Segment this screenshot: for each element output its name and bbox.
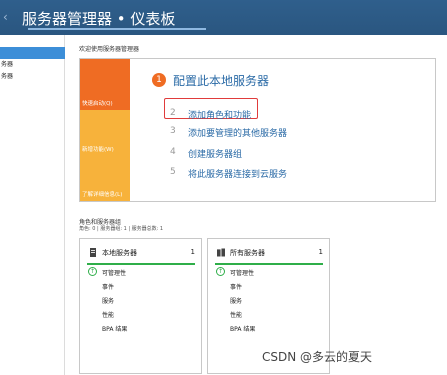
sidebar: 务器 务器: [0, 35, 65, 375]
title-bar: ‹ 服务器管理器 • 仪表板: [0, 0, 447, 35]
sidebar-item-dashboard[interactable]: [0, 47, 65, 59]
status-bar: [215, 263, 323, 265]
status-bar: [87, 263, 195, 265]
card-title: 所有服务器: [230, 249, 265, 257]
title-underline: [28, 28, 206, 30]
card-row-performance[interactable]: 性能: [230, 310, 242, 319]
card-row-manageability[interactable]: 可管理性: [230, 268, 254, 277]
step-number: 3: [170, 126, 176, 136]
step-number-badge: 1: [152, 73, 166, 87]
step-link[interactable]: 添加要管理的其他服务器: [188, 126, 287, 139]
step-link[interactable]: 添加角色和功能: [188, 108, 251, 121]
servers-icon: [217, 248, 225, 257]
up-arrow-status-icon: ↑: [216, 267, 225, 276]
step-number: 4: [170, 147, 176, 157]
sidebar-item-all-servers[interactable]: 务器: [0, 71, 65, 83]
tile-whats-new[interactable]: 新增功能(W): [80, 110, 130, 156]
card-row-manageability[interactable]: 可管理性: [102, 268, 126, 277]
sidebar-item-label: 务器: [1, 61, 14, 68]
tile-label: 了解详细信息(L): [82, 192, 123, 198]
step-link[interactable]: 将此服务器连接到云服务: [188, 167, 287, 180]
sidebar-item-label: 务器: [1, 73, 14, 80]
roles-section-summary: 角色: 0 | 服务器组: 1 | 服务器总数: 1: [79, 226, 164, 232]
card-row-services[interactable]: 服务: [102, 296, 114, 305]
tile-quick-start[interactable]: 快速启动(Q): [80, 59, 130, 110]
card-row-performance[interactable]: 性能: [102, 310, 114, 319]
step-link[interactable]: 创建服务器组: [188, 147, 242, 160]
server-icon: [90, 248, 96, 257]
step-number: 5: [170, 167, 176, 177]
card-count: 1: [190, 248, 195, 256]
card-header[interactable]: 本地服务器 1: [80, 239, 201, 264]
step-number: 2: [170, 108, 176, 118]
card-row-services[interactable]: 服务: [230, 296, 242, 305]
card-header[interactable]: 所有服务器 1: [208, 239, 329, 264]
tile-label: 快速启动(Q): [82, 101, 113, 107]
sidebar-item-local-server[interactable]: 务器: [0, 59, 65, 71]
card-count: 1: [318, 248, 323, 256]
card-row-events[interactable]: 事件: [102, 282, 114, 291]
card-row-bpa[interactable]: BPA 结果: [230, 324, 255, 333]
step-label: 配置此本地服务器: [173, 74, 270, 88]
up-arrow-status-icon: ↑: [88, 267, 97, 276]
tile-learn-more[interactable]: 了解详细信息(L): [80, 156, 130, 201]
welcome-heading: 欢迎使用服务器管理器: [79, 46, 140, 53]
card-local-server[interactable]: 本地服务器 1 ↑ 可管理性 事件 服务 性能 BPA 结果: [79, 238, 202, 374]
page-title: 服务器管理器 • 仪表板: [22, 10, 176, 28]
back-arrow-icon[interactable]: ‹: [3, 10, 8, 24]
watermark: CSDN @多云的夏天: [262, 350, 373, 364]
card-row-events[interactable]: 事件: [230, 282, 242, 291]
quick-start-panel: 快速启动(Q) 新增功能(W) 了解详细信息(L) 1 配置此本地服务器 2 添…: [79, 58, 436, 202]
card-row-bpa[interactable]: BPA 结果: [102, 324, 127, 333]
tile-label: 新增功能(W): [82, 147, 114, 153]
card-title: 本地服务器: [102, 249, 137, 257]
